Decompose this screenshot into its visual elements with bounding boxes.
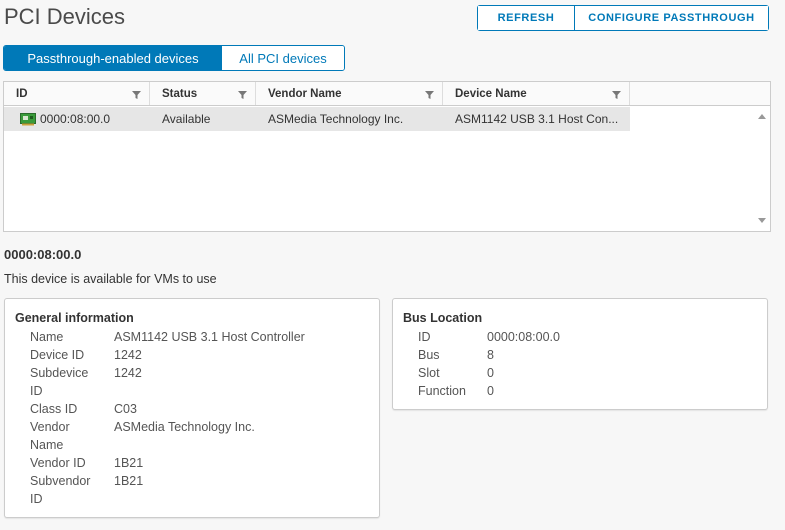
kv-label: Device ID xyxy=(30,348,85,362)
kv-label: ID xyxy=(418,330,431,344)
kv-value: 0 xyxy=(487,384,494,398)
kv-label: Function xyxy=(418,384,466,398)
kv-label: Vendor ID xyxy=(30,456,86,470)
kv-value: ASMedia Technology Inc. xyxy=(114,420,255,434)
kv-value: 1B21 xyxy=(114,456,144,470)
table-row[interactable]: 0000:08:00.0 Available ASMedia Technolog… xyxy=(4,107,630,131)
tab-all-pci-devices[interactable]: All PCI devices xyxy=(222,46,344,70)
filter-icon[interactable] xyxy=(132,91,141,99)
kv-value: 0 xyxy=(487,366,494,380)
configure-passthrough-button[interactable]: CONFIGURE PASSTHROUGH xyxy=(575,6,768,30)
kv-label: Bus xyxy=(418,348,440,362)
column-label: ID xyxy=(16,87,28,100)
action-button-group: REFRESH CONFIGURE PASSTHROUGH xyxy=(477,5,769,31)
kv-label: Vendor xyxy=(30,420,70,434)
card-title: General information xyxy=(15,311,134,325)
pci-device-grid: ID Status Vendor Name Device Name 0000:0… xyxy=(3,81,771,232)
pci-card-icon xyxy=(20,112,36,125)
column-label: Vendor Name xyxy=(268,87,342,100)
refresh-button[interactable]: REFRESH xyxy=(478,6,575,30)
kv-label: Name xyxy=(30,438,64,452)
kv-value: 1242 xyxy=(114,348,142,362)
page-title: PCI Devices xyxy=(4,4,126,29)
tab-passthrough-enabled[interactable]: Passthrough-enabled devices xyxy=(4,46,222,70)
kv-label: Subdevice xyxy=(30,366,89,380)
kv-value: ASM1142 USB 3.1 Host Controller xyxy=(114,330,305,344)
column-header-device-name[interactable]: Device Name xyxy=(443,82,630,105)
kv-label: ID xyxy=(30,384,43,398)
kv-value: 8 xyxy=(487,348,494,362)
general-information-card: General information Name ASM1142 USB 3.1… xyxy=(4,298,380,518)
scroll-up-icon[interactable] xyxy=(758,114,766,119)
cell-status: Available xyxy=(162,112,211,126)
detail-title: 0000:08:00.0 xyxy=(4,247,82,262)
device-id: 0000:08:00.0 xyxy=(40,112,111,126)
filter-icon[interactable] xyxy=(425,91,434,99)
kv-value: 1242 xyxy=(114,366,142,380)
column-header-status[interactable]: Status xyxy=(150,82,256,105)
kv-value: 0000:08:00.0 xyxy=(487,330,560,344)
kv-value: C03 xyxy=(114,402,137,416)
bus-location-card: Bus Location ID 0000:08:00.0 Bus 8 Slot … xyxy=(392,298,768,410)
device-filter-tabs: Passthrough-enabled devices All PCI devi… xyxy=(3,45,345,71)
column-label: Device Name xyxy=(455,87,527,100)
kv-label: Name xyxy=(30,330,64,344)
kv-label: Class ID xyxy=(30,402,78,416)
kv-label: ID xyxy=(30,492,43,506)
column-header-vendor-name[interactable]: Vendor Name xyxy=(256,82,443,105)
card-title: Bus Location xyxy=(403,311,483,325)
kv-label: Slot xyxy=(418,366,440,380)
cell-id: 0000:08:00.0 xyxy=(4,107,150,131)
scroll-down-icon[interactable] xyxy=(758,218,766,223)
grid-body: 0000:08:00.0 Available ASMedia Technolog… xyxy=(4,106,770,231)
detail-description: This device is available for VMs to use xyxy=(4,272,217,286)
filter-icon[interactable] xyxy=(612,91,621,99)
column-header-id[interactable]: ID xyxy=(4,82,150,105)
kv-value: 1B21 xyxy=(114,474,144,488)
kv-label: Subvendor xyxy=(30,474,91,488)
filter-icon[interactable] xyxy=(238,91,247,99)
cell-vendor-name: ASMedia Technology Inc. xyxy=(268,112,404,126)
cell-device-name: ASM1142 USB 3.1 Host Con... xyxy=(455,112,619,126)
grid-header: ID Status Vendor Name Device Name xyxy=(4,82,770,106)
column-label: Status xyxy=(162,87,198,100)
